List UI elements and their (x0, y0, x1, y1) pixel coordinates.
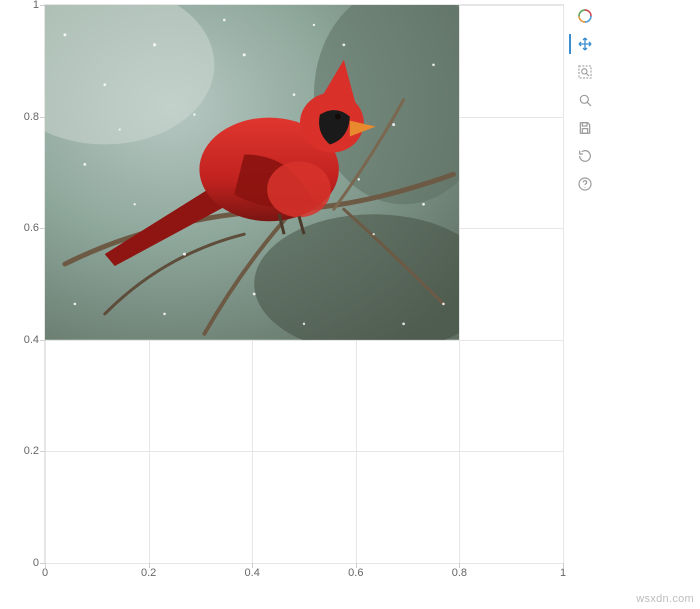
y-tick (40, 228, 45, 229)
bokeh-logo-icon[interactable] (573, 4, 597, 28)
y-tick-label: 0 (33, 557, 39, 569)
y-tick (40, 117, 45, 118)
x-tick-label: 0 (42, 567, 48, 579)
x-tick-label: 0.4 (245, 567, 260, 579)
y-tick (40, 340, 45, 341)
y-tick (40, 5, 45, 6)
plot-container: 1 0.8 0.6 0.4 0.2 0 0 0.2 0.4 0.6 0.8 1 (44, 4, 564, 564)
grid-v (459, 5, 460, 563)
y-tick-label: 0.4 (24, 334, 39, 346)
plot-area[interactable]: 1 0.8 0.6 0.4 0.2 0 0 0.2 0.4 0.6 0.8 1 (44, 4, 564, 564)
grid-h (45, 451, 563, 452)
box-zoom-tool-button[interactable] (573, 60, 597, 84)
y-tick-label: 1 (33, 0, 39, 11)
reset-tool-button[interactable] (573, 144, 597, 168)
plot-toolbar (570, 4, 600, 196)
x-tick-label: 0.6 (348, 567, 363, 579)
grid-h (45, 340, 563, 341)
pan-tool-button[interactable] (573, 32, 597, 56)
image-glyph-cardinal (45, 5, 459, 340)
save-tool-button[interactable] (573, 116, 597, 140)
x-tick-label: 0.8 (452, 567, 467, 579)
wheel-zoom-tool-button[interactable] (573, 88, 597, 112)
x-tick-label: 1 (560, 567, 566, 579)
watermark-text: wsxdn.com (636, 593, 694, 605)
grid-v (563, 5, 564, 563)
y-tick-label: 0.6 (24, 222, 39, 234)
help-tool-button[interactable] (573, 172, 597, 196)
y-tick-label: 0.2 (24, 445, 39, 457)
y-tick (40, 451, 45, 452)
y-tick-label: 0.8 (24, 111, 39, 123)
x-tick-label: 0.2 (141, 567, 156, 579)
grid-h (45, 563, 563, 564)
